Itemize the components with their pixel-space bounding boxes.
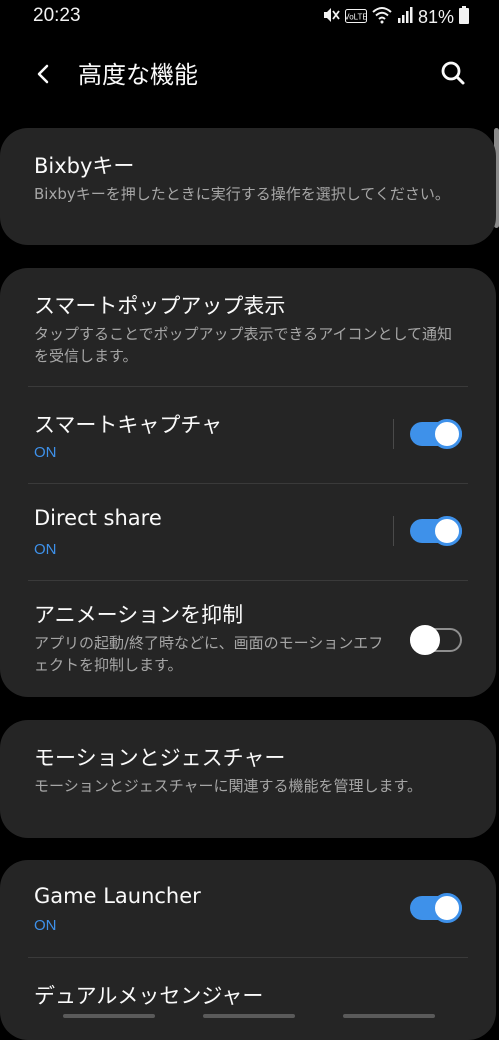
setting-title: モーションとジェスチャー: [34, 746, 286, 770]
status-bar: 20:23 VoLTE 81%: [0, 0, 499, 34]
setting-title: Bixbyキー: [34, 154, 135, 178]
card-smart-features: スマートポップアップ表示 タップすることでポップアップ表示できるアイコンとして通…: [0, 268, 496, 697]
smart-capture-toggle[interactable]: [410, 419, 462, 449]
setting-title: スマートポップアップ表示: [34, 294, 286, 318]
battery-icon: [459, 6, 469, 28]
card-games: Game Launcher ON デュアルメッセンジャー: [0, 860, 496, 1040]
reduce-animations-toggle[interactable]: [410, 625, 462, 655]
nav-handle-left: [63, 1014, 155, 1018]
status-time: 20:23: [33, 5, 81, 26]
card-motions: モーションとジェスチャー モーションとジェスチャーに関連する機能を管理します。: [0, 720, 496, 838]
volte-icon: VoLTE: [344, 8, 368, 27]
nav-handle-center: [203, 1014, 295, 1018]
separator: [393, 516, 394, 546]
setting-title: Game Launcher: [34, 884, 201, 908]
separator: [393, 419, 394, 449]
setting-title: スマートキャプチャ: [34, 413, 223, 437]
setting-status: ON: [34, 917, 57, 934]
search-icon: [441, 61, 465, 85]
setting-title: アニメーションを抑制: [34, 603, 244, 627]
setting-description: Bixbyキーを押したときに実行する操作を選択してください。: [34, 185, 450, 203]
back-button[interactable]: [26, 56, 62, 92]
card-bixby: Bixbyキー Bixbyキーを押したときに実行する操作を選択してください。: [0, 128, 496, 245]
direct-share-toggle[interactable]: [410, 516, 462, 546]
setting-description: アプリの起動/終了時などに、画面のモーションエフェクトを抑制します。: [34, 634, 384, 674]
status-icons: VoLTE 81%: [322, 5, 469, 29]
mute-icon: [322, 6, 340, 28]
signal-icon: [397, 7, 413, 27]
nav-handle-right: [343, 1014, 435, 1018]
setting-status: ON: [34, 444, 57, 461]
battery-percent: 81%: [417, 6, 454, 27]
setting-bixby-key[interactable]: Bixbyキー Bixbyキーを押したときに実行する操作を選択してください。: [0, 128, 496, 245]
setting-direct-share[interactable]: Direct share ON: [0, 484, 496, 580]
page-title: 高度な機能: [78, 61, 198, 89]
setting-title: Direct share: [34, 506, 162, 530]
setting-smart-capture[interactable]: スマートキャプチャ ON: [0, 387, 496, 483]
app-bar: 高度な機能: [0, 40, 499, 108]
wifi-icon: [372, 6, 392, 28]
setting-title: デュアルメッセンジャー: [34, 984, 264, 1008]
setting-game-launcher[interactable]: Game Launcher ON: [0, 860, 496, 956]
back-arrow-icon: [37, 64, 49, 84]
setting-motions-gestures[interactable]: モーションとジェスチャー モーションとジェスチャーに関連する機能を管理します。: [0, 720, 496, 838]
game-launcher-toggle[interactable]: [410, 893, 462, 923]
search-button[interactable]: [435, 55, 471, 91]
setting-status: ON: [34, 541, 57, 558]
setting-description: モーションとジェスチャーに関連する機能を管理します。: [34, 777, 423, 795]
setting-dual-messenger[interactable]: デュアルメッセンジャー: [0, 958, 496, 1040]
setting-reduce-animations[interactable]: アニメーションを抑制 アプリの起動/終了時などに、画面のモーションエフェクトを抑…: [0, 581, 496, 697]
setting-description: タップすることでポップアップ表示できるアイコンとして通知を受信します。: [34, 325, 453, 365]
svg-text:VoLTE: VoLTE: [345, 12, 367, 21]
setting-smart-popup[interactable]: スマートポップアップ表示 タップすることでポップアップ表示できるアイコンとして通…: [0, 268, 496, 386]
